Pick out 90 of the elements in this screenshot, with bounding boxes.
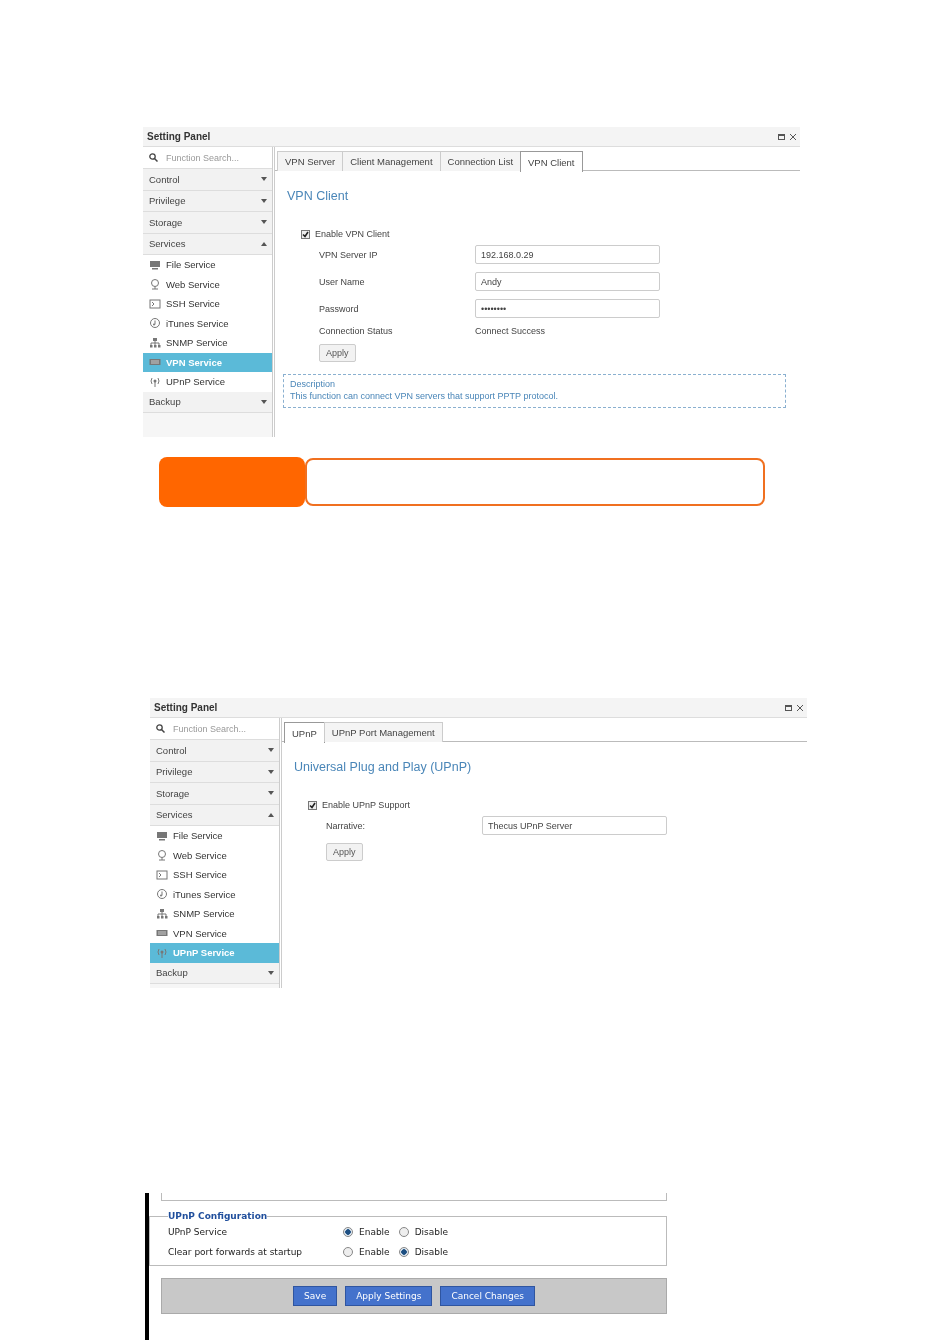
setting-label: Clear port forwards at startup [168,1247,304,1257]
apply-button[interactable]: Apply [326,843,363,861]
field-label: VPN Server IP [319,249,379,260]
radio-button[interactable] [343,1247,353,1257]
field-label: Connection Status [319,326,394,336]
caret-down-icon [268,769,274,774]
restore-icon[interactable] [785,704,792,711]
caret-down-icon [268,791,274,796]
action-button[interactable]: Save [293,1286,338,1306]
input-field[interactable]: Thecus UPnP Server [482,816,667,835]
field-label: Narrative: [326,820,366,831]
search-icon [156,724,165,733]
group-label: Storage [156,787,190,799]
sidebar-group[interactable]: Storage [143,212,272,234]
action-button[interactable]: Apply Settings [345,1286,433,1306]
group-label: Backup [156,967,188,979]
tab[interactable]: VPN Server [277,151,344,171]
caret-down-icon [261,399,267,404]
tab[interactable]: Client Management [342,151,441,171]
monitor-icon [149,258,161,271]
globe-icon [149,278,161,291]
close-icon[interactable] [797,704,803,711]
caret-down-icon [261,198,267,203]
group-label: Services [156,809,193,821]
input-field[interactable]: •••••••• [475,299,660,318]
checkbox[interactable] [308,800,317,810]
tab[interactable]: Connection List [439,151,522,171]
checkbox[interactable] [301,229,310,239]
description-title: Description [290,379,337,389]
caret-down-icon [268,970,274,975]
section-heading: Universal Plug and Play (UPnP) [294,760,473,774]
terminal-icon [149,297,161,310]
caret-up-icon [261,241,267,246]
restore-icon[interactable] [778,133,785,140]
group-legend: UPnP Configuration [168,1211,268,1221]
network-icon [156,907,168,920]
close-icon[interactable] [790,133,796,140]
antenna-icon [156,946,168,959]
music-icon [156,888,168,901]
option-label: Disable [414,1227,449,1237]
section-heading: VPN Client [287,189,350,203]
monitor-icon [156,829,168,842]
radio-button[interactable] [398,1247,409,1257]
music-icon [149,317,161,330]
sidebar-group[interactable]: Privilege [143,190,272,212]
sidebar-group[interactable]: Services [143,233,272,255]
option-label: Enable [359,1247,390,1257]
antenna-icon [149,375,161,388]
caret-down-icon [261,220,267,225]
tab[interactable]: VPN Client [520,151,583,172]
globe-icon [156,849,168,862]
group-label: Privilege [149,195,186,207]
tab[interactable]: UPnP [284,722,325,743]
sidebar-group[interactable]: Privilege [150,761,279,783]
caret-down-icon [268,748,274,753]
status-value: Connect Success [475,326,547,336]
apply-button[interactable]: Apply [319,344,356,362]
option-label: Enable [359,1227,390,1237]
group-label: Storage [149,216,183,228]
search-icon [149,153,158,162]
radio-button[interactable] [398,1227,409,1237]
option-label: Disable [414,1247,449,1257]
description-text: This function can connect VPN servers that support PPTP protocol. [290,391,559,401]
group-label: Control [156,744,187,756]
terminal-icon [156,868,168,881]
checkbox-label: Enable UPnP Support [322,800,410,810]
sidebar-group[interactable]: Control [143,169,272,191]
tab[interactable]: UPnP Port Management [323,722,443,742]
caret-down-icon [261,177,267,182]
checkbox-label: Enable VPN Client [315,229,390,239]
input-field[interactable]: 192.168.0.29 [475,245,660,264]
sidebar-group[interactable]: Services [150,804,279,826]
caret-up-icon [268,812,274,817]
group-label: Control [149,173,180,185]
sidebar-group[interactable]: Backup [150,962,279,984]
setting-label: UPnP Service [168,1227,229,1237]
sidebar-group[interactable]: Storage [150,783,279,805]
field-label: Password [319,303,360,314]
sidebar-group[interactable]: Control [150,740,279,762]
radio-button[interactable] [343,1227,353,1237]
group-label: Services [149,238,186,250]
window-title: Setting Panel [154,702,218,713]
group-label: Backup [149,396,181,408]
group-label: Privilege [156,766,193,778]
network-icon [149,336,161,349]
action-button[interactable]: Cancel Changes [440,1286,535,1306]
input-field[interactable]: Andy [475,272,660,291]
window-title: Setting Panel [147,131,211,142]
sidebar-group[interactable]: Backup [143,391,272,413]
field-label: User Name [319,276,366,287]
